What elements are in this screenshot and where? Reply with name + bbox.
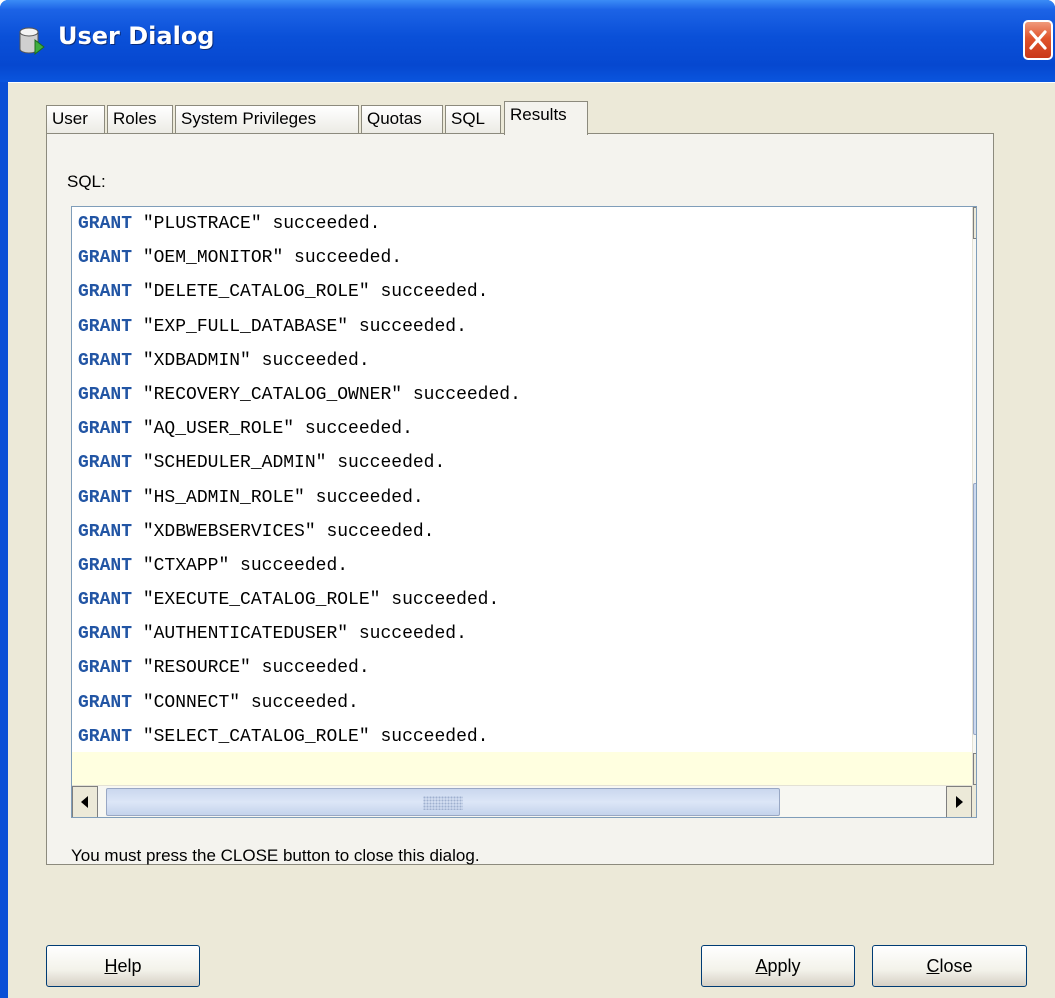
sql-keyword: GRANT: [78, 555, 133, 576]
results-panel: SQL: GRANT "PLUSTRACE" succeeded. GRANT "…: [46, 133, 994, 865]
result-text: "SCHEDULER_ADMIN" succeeded.: [142, 453, 446, 474]
result-text: "HS_ADMIN_ROLE" succeeded.: [142, 487, 424, 508]
results-text-area[interactable]: GRANT "PLUSTRACE" succeeded. GRANT "OEM_M…: [71, 206, 977, 818]
result-text: "PLUSTRACE" succeeded.: [142, 214, 381, 234]
sql-keyword: GRANT: [78, 726, 133, 747]
apply-button[interactable]: Apply: [701, 945, 855, 987]
result-text: "SELECT_CATALOG_ROLE" succeeded.: [142, 726, 489, 747]
vertical-scroll-thumb[interactable]: [973, 483, 976, 735]
close-mnemonic: C: [926, 956, 940, 976]
result-text: "XDBWEBSERVICES" succeeded.: [142, 521, 435, 542]
sql-keyword: GRANT: [78, 624, 133, 645]
result-text: "XDBADMIN" succeeded.: [142, 350, 370, 371]
arrow-left-icon: [81, 796, 88, 808]
arrow-right-icon: [956, 796, 963, 808]
sql-keyword: GRANT: [78, 316, 133, 337]
sql-keyword: GRANT: [78, 419, 133, 440]
user-dialog-window: User Dialog User Roles System Privileges…: [0, 0, 1055, 998]
vertical-scrollbar[interactable]: [972, 207, 977, 785]
scroll-down-button[interactable]: [973, 753, 977, 785]
arrow-down-icon: [974, 754, 977, 784]
result-text: "OEM_MONITOR" succeeded.: [142, 248, 403, 269]
result-text: "CTXAPP" succeeded.: [142, 555, 349, 576]
thumb-grip: [423, 796, 463, 810]
horizontal-scrollbar[interactable]: [72, 785, 972, 817]
result-line: GRANT "EXECUTE_CATALOG_ROLE" succeeded.: [78, 583, 966, 617]
result-line: GRANT "CTXAPP" succeeded.: [78, 549, 966, 583]
result-line: GRANT "XDBWEBSERVICES" succeeded.: [78, 515, 966, 549]
sql-keyword: GRANT: [78, 214, 133, 234]
scroll-left-button[interactable]: [72, 786, 98, 817]
sql-label: SQL:: [67, 172, 106, 191]
result-text: "RESOURCE" succeeded.: [142, 658, 370, 679]
result-text: "CONNECT" succeeded.: [142, 692, 359, 713]
result-text: "EXP_FULL_DATABASE" succeeded.: [142, 316, 467, 337]
result-text: "AUTHENTICATEDUSER" succeeded.: [142, 624, 467, 645]
title-bar[interactable]: User Dialog: [0, 0, 1055, 82]
dialog-body: User Roles System Privileges Quotas SQL …: [8, 82, 1055, 998]
database-user-icon: [19, 27, 45, 56]
result-line: GRANT "CONNECT" succeeded.: [78, 686, 966, 720]
tab-quotas[interactable]: Quotas: [361, 105, 443, 133]
sql-keyword: GRANT: [78, 521, 133, 542]
scroll-right-button[interactable]: [946, 786, 972, 817]
results-lines: GRANT "PLUSTRACE" succeeded. GRANT "OEM_M…: [78, 207, 966, 754]
close-window-icon[interactable]: [1023, 20, 1053, 60]
result-line: GRANT "DELETE_CATALOG_ROLE" succeeded.: [78, 275, 966, 309]
sql-keyword: GRANT: [78, 453, 133, 474]
result-line: GRANT "HS_ADMIN_ROLE" succeeded.: [78, 481, 966, 515]
close-button[interactable]: Close: [872, 945, 1027, 987]
arrow-up-icon: [974, 208, 977, 238]
result-text: "RECOVERY_CATALOG_OWNER" succeeded.: [142, 384, 521, 405]
current-line-highlight: [72, 752, 972, 785]
result-text: "AQ_USER_ROLE" succeeded.: [142, 419, 413, 440]
tab-system-privileges[interactable]: System Privileges: [175, 105, 359, 133]
sql-keyword: GRANT: [78, 692, 133, 713]
apply-mnemonic: A: [755, 956, 768, 976]
close-icon: [1029, 30, 1047, 50]
sql-keyword: GRANT: [78, 282, 133, 303]
result-text: "DELETE_CATALOG_ROLE" succeeded.: [142, 282, 489, 303]
result-text: "EXECUTE_CATALOG_ROLE" succeeded.: [142, 590, 500, 611]
result-line: GRANT "SELECT_CATALOG_ROLE" succeeded.: [78, 720, 966, 754]
tab-roles[interactable]: Roles: [107, 105, 173, 133]
close-label: lose: [939, 956, 973, 976]
result-line: GRANT "EXP_FULL_DATABASE" succeeded.: [78, 310, 966, 344]
sql-keyword: GRANT: [78, 248, 133, 269]
result-line: GRANT "AUTHENTICATEDUSER" succeeded.: [78, 617, 966, 651]
scrollbar-corner: [972, 785, 976, 817]
sql-keyword: GRANT: [78, 487, 133, 508]
tab-user[interactable]: User: [46, 105, 105, 133]
tab-results[interactable]: Results: [504, 101, 588, 135]
result-line: GRANT "RESOURCE" succeeded.: [78, 651, 966, 685]
sql-keyword: GRANT: [78, 658, 133, 679]
help-button[interactable]: Help: [46, 945, 200, 987]
sql-keyword: GRANT: [78, 590, 133, 611]
result-line: GRANT "OEM_MONITOR" succeeded.: [78, 241, 966, 275]
close-notice: You must press the CLOSE button to close…: [71, 846, 480, 865]
apply-label: pply: [767, 956, 801, 976]
tab-sql[interactable]: SQL: [445, 105, 501, 133]
result-line: GRANT "AQ_USER_ROLE" succeeded.: [78, 412, 966, 446]
result-line: GRANT "PLUSTRACE" succeeded.: [78, 207, 966, 241]
result-line: GRANT "SCHEDULER_ADMIN" succeeded.: [78, 446, 966, 480]
result-line: GRANT "RECOVERY_CATALOG_OWNER" succeeded…: [78, 378, 966, 412]
window-title: User Dialog: [58, 22, 215, 50]
result-line: GRANT "XDBADMIN" succeeded.: [78, 344, 966, 378]
help-mnemonic: H: [104, 956, 118, 976]
sql-keyword: GRANT: [78, 384, 133, 405]
horizontal-scroll-thumb[interactable]: [106, 788, 780, 816]
help-label: elp: [117, 956, 142, 976]
sql-keyword: GRANT: [78, 350, 133, 371]
scroll-up-button[interactable]: [973, 207, 977, 239]
